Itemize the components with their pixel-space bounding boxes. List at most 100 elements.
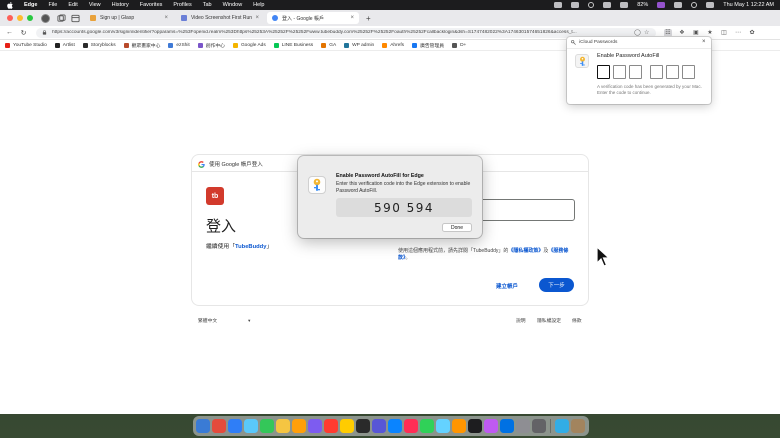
status-circle-icon[interactable] xyxy=(588,2,595,8)
dock-app-icon[interactable] xyxy=(324,419,338,433)
minimize-window-button[interactable] xyxy=(17,15,23,21)
control-center-icon[interactable] xyxy=(706,2,715,8)
dock-app-icon[interactable] xyxy=(555,419,569,433)
dock-app-icon[interactable] xyxy=(308,419,322,433)
dock-app-icon[interactable] xyxy=(356,419,370,433)
dock-app-icon[interactable] xyxy=(500,419,514,433)
menu-window[interactable]: Window xyxy=(223,2,243,8)
split-screen-icon[interactable]: ▣ xyxy=(692,29,700,37)
bookmark-d-plus[interactable]: D+ xyxy=(452,42,466,48)
tubebuddy-link[interactable]: TubeBuddy xyxy=(235,244,266,250)
done-button[interactable]: Done xyxy=(442,223,472,232)
favorite-star-icon[interactable]: ☆ xyxy=(644,30,650,36)
profile-avatar[interactable] xyxy=(41,13,50,23)
privacy-policy-link[interactable]: 《隱私權政策》 xyxy=(508,248,543,254)
dock-app-icon[interactable] xyxy=(468,419,482,433)
dock-app-icon[interactable] xyxy=(244,419,258,433)
code-digit-input[interactable] xyxy=(629,65,642,79)
bookmark-viewer-center[interactable]: 觀眾畫家中心 xyxy=(123,42,160,49)
tab-actions-icon[interactable] xyxy=(71,14,80,23)
menu-edit[interactable]: Edit xyxy=(68,2,77,8)
new-tab-button[interactable]: + xyxy=(366,14,371,23)
dock-app-icon[interactable] xyxy=(436,419,450,433)
menu-help[interactable]: Help xyxy=(253,2,264,8)
address-bar[interactable]: https://accounts.google.com/v3/signin/id… xyxy=(36,27,656,38)
tab-video-screenshot[interactable]: Video Screenshot First Run × xyxy=(176,12,264,24)
status-app-icon[interactable] xyxy=(571,2,580,8)
status-purple-icon[interactable] xyxy=(657,2,666,8)
menu-profiles[interactable]: Profiles xyxy=(173,2,191,8)
read-aloud-icon[interactable]: ◯ xyxy=(634,30,641,36)
menubar-clock[interactable]: Thu May 1 12:22 AM xyxy=(723,2,774,8)
status-app-icon[interactable] xyxy=(554,2,563,8)
dock-app-icon[interactable] xyxy=(276,419,290,433)
terms-link[interactable]: 條款 xyxy=(572,317,582,324)
battery-icon[interactable] xyxy=(620,2,629,8)
code-digit-input[interactable] xyxy=(666,65,679,79)
close-icon[interactable]: × xyxy=(702,39,706,45)
dock-app-icon[interactable] xyxy=(420,419,434,433)
next-button[interactable]: 下一步 xyxy=(539,278,574,292)
favorites-icon[interactable]: ★ xyxy=(706,29,714,37)
dock-app-icon[interactable] xyxy=(372,419,386,433)
workspaces-icon[interactable] xyxy=(57,13,66,23)
menu-tab[interactable]: Tab xyxy=(203,2,212,8)
close-tab-icon[interactable]: × xyxy=(350,15,354,21)
dock-app-icon[interactable] xyxy=(292,419,306,433)
back-button[interactable]: ← xyxy=(5,28,14,37)
email-field[interactable] xyxy=(475,199,575,221)
code-digit-input[interactable] xyxy=(650,65,663,79)
help-link[interactable]: 說明 xyxy=(516,317,526,324)
site-info-icon[interactable] xyxy=(42,30,47,35)
tab-glasp[interactable]: Sign up | Glasp × xyxy=(85,12,173,24)
bookmark-ads-manager[interactable]: 廣告管理員 xyxy=(412,42,444,49)
dock-app-icon[interactable] xyxy=(260,419,274,433)
bookmark-google-ads[interactable]: Google Ads xyxy=(232,42,266,48)
tab-google-signin[interactable]: 登入 - Google 帳戶 × xyxy=(267,12,359,24)
passwords-extension-icon[interactable]: ☷ xyxy=(664,28,672,37)
dock-app-icon[interactable] xyxy=(212,419,226,433)
dock-app-icon[interactable] xyxy=(532,419,546,433)
bookmark-wp-admin[interactable]: WP admin xyxy=(344,42,374,48)
dock-app-icon[interactable] xyxy=(196,419,210,433)
bookmark-storyblocks[interactable]: Storyblocks xyxy=(82,42,116,48)
wifi-icon[interactable] xyxy=(674,2,683,8)
reload-button[interactable]: ↻ xyxy=(19,28,28,37)
code-digit-input[interactable] xyxy=(613,65,626,79)
search-icon[interactable] xyxy=(691,2,698,8)
code-digit-input[interactable] xyxy=(682,65,695,79)
extensions-icon[interactable]: ❖ xyxy=(678,29,686,37)
bookmark-line-business[interactable]: LINE Business xyxy=(273,42,313,48)
dock-app-icon[interactable] xyxy=(571,419,585,433)
more-menu-icon[interactable]: ⋯ xyxy=(734,29,742,37)
menu-view[interactable]: View xyxy=(89,2,101,8)
language-selector[interactable]: 繁體中文 ▼ xyxy=(198,317,251,324)
bookmark-youtube-studio[interactable]: YouTube Studio xyxy=(5,42,47,48)
copilot-icon[interactable]: ✿ xyxy=(748,29,756,37)
bookmark-artlist[interactable]: Artlist xyxy=(54,42,75,48)
bookmark-creator-center[interactable]: 創作中心 xyxy=(197,42,225,49)
dock-app-icon[interactable] xyxy=(228,419,242,433)
status-app-icon[interactable] xyxy=(603,2,612,8)
dock-app-icon[interactable] xyxy=(388,419,402,433)
menu-file[interactable]: File xyxy=(48,2,57,8)
menu-favorites[interactable]: Favorites xyxy=(140,2,163,8)
collections-icon[interactable]: ◫ xyxy=(720,29,728,37)
bookmark-ezshit[interactable]: ezShit xyxy=(168,42,190,48)
bookmark-ga[interactable]: GA xyxy=(321,42,336,48)
dock-app-icon[interactable] xyxy=(516,419,530,433)
code-digit-input[interactable] xyxy=(597,65,610,79)
apple-menu-icon[interactable] xyxy=(6,1,14,9)
close-tab-icon[interactable]: × xyxy=(164,15,168,21)
menu-history[interactable]: History xyxy=(112,2,129,8)
menu-app-name[interactable]: Edge xyxy=(24,2,37,8)
dock-app-icon[interactable] xyxy=(340,419,354,433)
dock-app-icon[interactable] xyxy=(484,419,498,433)
create-account-button[interactable]: 建立帳戶 xyxy=(496,282,518,290)
dock-app-icon[interactable] xyxy=(404,419,418,433)
close-window-button[interactable] xyxy=(7,15,13,21)
privacy-link[interactable]: 隱私權設定 xyxy=(537,317,561,324)
close-tab-icon[interactable]: × xyxy=(255,15,259,21)
dock-app-icon[interactable] xyxy=(452,419,466,433)
maximize-window-button[interactable] xyxy=(27,15,33,21)
